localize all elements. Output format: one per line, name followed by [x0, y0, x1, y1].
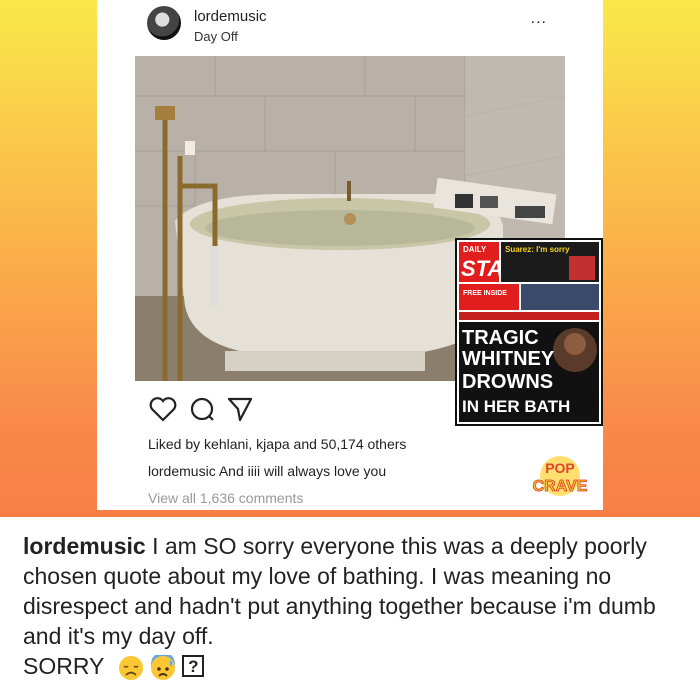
comment-username[interactable]: lordemusic — [23, 533, 146, 559]
like-heart-icon[interactable] — [149, 396, 177, 427]
caption-username[interactable]: lordemusic — [148, 463, 216, 479]
more-options-icon[interactable]: ... — [531, 10, 547, 28]
disappointed-face-icon — [119, 655, 144, 680]
comment-bubble-icon[interactable] — [189, 396, 215, 427]
caption-text: And iiii will always love you — [218, 463, 387, 479]
apology-comment: lordemusic I am SO sorry everyone this w… — [23, 531, 683, 681]
likes-count[interactable]: Liked by kehlani, kjapa and 50,174 other… — [148, 436, 406, 452]
popcrave-top: POP — [545, 460, 575, 476]
view-comments-link[interactable]: View all 1,636 comments — [148, 490, 303, 506]
share-send-icon[interactable] — [227, 396, 253, 427]
headline-line-2: WHITNEY — [462, 348, 555, 370]
headline-line-1: TRAGIC — [462, 327, 539, 349]
headline-line-3: DROWNS — [462, 371, 553, 393]
avatar[interactable] — [147, 6, 181, 40]
free-inside: FREE INSIDE — [463, 290, 507, 297]
masthead-top: DAILY — [463, 245, 487, 254]
comment-final-word: SORRY — [23, 653, 104, 679]
post-caption: lordemusic And iiii will always love you — [148, 463, 386, 479]
question-box-icon: ? — [182, 654, 205, 677]
daily-star-front-page: DAILY STAR Suarez: I'm sorry FREE INSIDE… — [455, 238, 603, 426]
anxious-sweat-face-icon — [151, 654, 176, 680]
post-username[interactable]: lordemusic — [194, 8, 267, 25]
post-actions — [149, 396, 253, 427]
post-location[interactable]: Day Off — [194, 29, 238, 44]
popcrave-bottom: CRAVE — [533, 478, 588, 495]
headline-line-4: IN HER BATH — [462, 397, 570, 416]
promo-text: Suarez: I'm sorry — [505, 245, 570, 254]
popcrave-watermark: POP CRAVE — [520, 455, 600, 497]
